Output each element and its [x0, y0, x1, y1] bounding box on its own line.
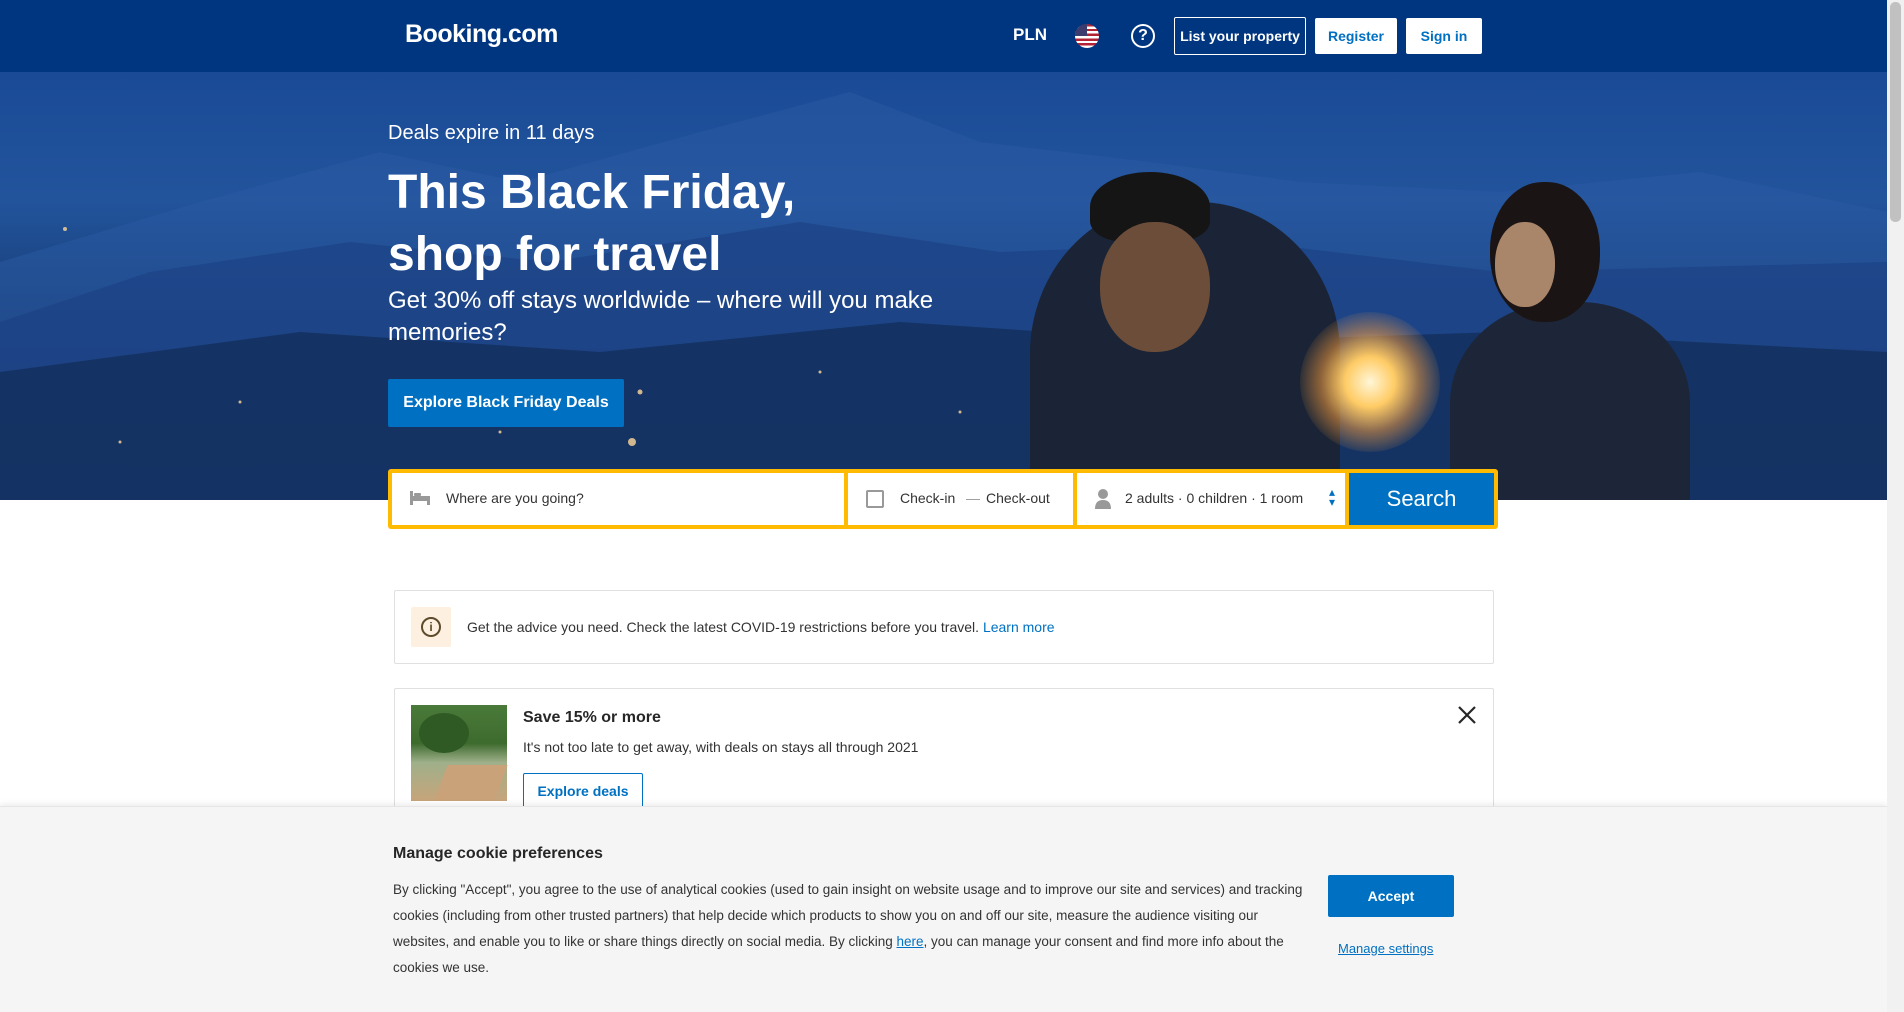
promo-image-path [434, 765, 508, 801]
top-header: Booking.com PLN ? List your property Reg… [0, 0, 1887, 72]
hero-description: Get 30% off stays worldwide – where will… [388, 287, 934, 346]
explore-deals-button[interactable]: Explore deals [523, 773, 643, 809]
person-man-head [1100, 222, 1210, 352]
promo-description: It's not too late to get away, with deal… [523, 739, 919, 755]
destination-placeholder: Where are you going? [446, 490, 584, 506]
person-icon [1095, 489, 1111, 509]
question-icon[interactable]: ? [1131, 24, 1155, 48]
promo-title: Save 15% or more [523, 709, 661, 726]
info-icon: i [421, 617, 441, 637]
register-button[interactable]: Register [1315, 18, 1397, 54]
hero-banner: Deals expire in 11 days This Black Frida… [0, 72, 1887, 500]
notice-message: Get the advice you need. Check the lates… [467, 619, 980, 635]
scrollbar-thumb[interactable] [1890, 2, 1901, 222]
cookie-here-link[interactable]: here [897, 934, 924, 949]
accept-cookies-button[interactable]: Accept [1328, 875, 1454, 917]
hero-subtitle: Deals expire in 11 days [388, 122, 595, 144]
currency-selector[interactable]: PLN [1013, 25, 1047, 45]
list-property-button[interactable]: List your property [1174, 17, 1306, 55]
destination-field[interactable]: Where are you going? [392, 473, 844, 525]
us-flag-icon[interactable] [1075, 24, 1099, 48]
search-bar: Where are you going? Check-in — Check-ou… [388, 469, 1498, 529]
cookie-banner: Manage cookie preferences By clicking "A… [0, 806, 1887, 1012]
manage-settings-link[interactable]: Manage settings [1338, 941, 1433, 956]
guests-field[interactable]: 2 adults · 0 children · 1 room ▴ ▾ [1077, 473, 1345, 525]
explore-black-friday-button[interactable]: Explore Black Friday Deals [388, 379, 624, 427]
check-out-label[interactable]: Check-out [986, 490, 1050, 506]
dates-field[interactable]: Check-in — Check-out [848, 473, 1073, 525]
calendar-icon [866, 490, 884, 508]
covid-notice: i Get the advice you need. Check the lat… [394, 590, 1494, 664]
page: Booking.com PLN ? List your property Reg… [0, 0, 1887, 1012]
date-separator: — [966, 490, 980, 506]
sign-in-button[interactable]: Sign in [1406, 18, 1482, 54]
cookie-text: By clicking "Accept", you agree to the u… [393, 877, 1303, 981]
chevron-updown-icon: ▴ ▾ [1329, 485, 1336, 509]
scrollbar[interactable] [1887, 0, 1904, 1012]
info-icon-box: i [411, 607, 451, 647]
search-button[interactable]: Search [1349, 473, 1494, 525]
hero-title: This Black Friday, shop for travel [388, 166, 796, 281]
notice-text: Get the advice you need. Check the lates… [467, 619, 1055, 635]
person-woman-face [1495, 222, 1555, 307]
check-in-label[interactable]: Check-in [900, 490, 955, 506]
lantern-glow [1300, 312, 1440, 452]
cookie-title: Manage cookie preferences [393, 845, 603, 862]
close-icon[interactable] [1455, 703, 1479, 727]
guests-summary: 2 adults · 0 children · 1 room [1125, 490, 1304, 506]
promo-image-tree [419, 713, 469, 753]
learn-more-link[interactable]: Learn more [983, 619, 1055, 635]
promo-image [411, 705, 508, 801]
booking-logo[interactable]: Booking.com [405, 20, 558, 49]
bed-icon [410, 491, 430, 505]
